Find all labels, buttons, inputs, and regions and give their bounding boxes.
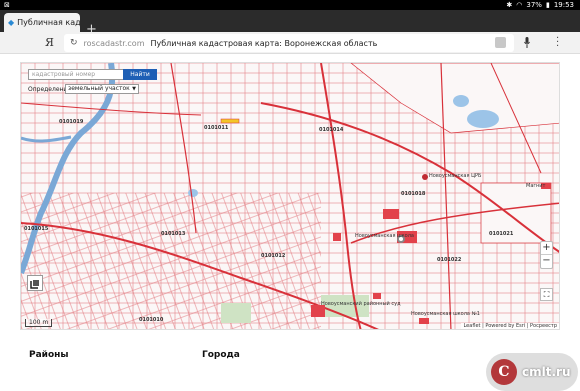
address-bar: Я ↻ roscadastr.com Публичная кадастровая… [0,32,580,54]
site-favicon-icon: ◆ [8,18,15,27]
layers-icon [30,280,39,289]
fullscreen-icon: ⛶ [543,290,550,299]
tab-title: Публичная кадаст [17,18,80,27]
quarter-label: 0101022 [437,257,462,263]
protect-icon[interactable] [495,37,506,48]
find-button[interactable]: Найти [123,69,157,80]
quarter-label: 0101018 [401,191,426,197]
clock: 19:53 [553,1,574,9]
fullscreen-button[interactable]: ⛶ [540,288,553,301]
quarter-label: 0101011 [204,125,229,131]
define-select-value: земельный участок [68,85,130,92]
bluetooth-icon: ✱ [506,1,513,9]
quarter-label: 0101015 [24,226,49,232]
battery-icon: ▮ [545,1,550,9]
map-scale: 100 m [25,319,53,327]
quarter-label: 0101014 [319,127,344,133]
tab-active[interactable]: ◆ Публичная кадаст ✕ [4,13,80,32]
poi-label[interactable]: Новоусманская ЦРБ [429,173,481,179]
districts-heading: Районы [29,350,69,360]
battery-percent: 37% [526,1,542,9]
url-domain: roscadastr.com [83,38,145,48]
quarter-label: 0101019 [59,119,84,125]
notification-icon: ⊠ [4,1,10,9]
watermark-logo: C cmlt.ru [486,353,578,391]
layers-button[interactable] [27,275,43,291]
poi-label[interactable]: Магнит [526,183,545,189]
chevron-down-icon: ▼ [132,86,136,92]
zoom-out-button[interactable]: − [541,255,552,268]
map-canvas[interactable] [21,63,560,330]
wifi-icon: ◠ [516,1,523,9]
url-field[interactable]: ↻ roscadastr.com Публичная кадастровая к… [64,34,514,52]
quarter-label: 0101012 [261,253,286,259]
poi-label[interactable]: Новоусманская школа [355,233,414,239]
cities-heading: Города [202,350,240,360]
page-content: 0101019 0101014 0101011 0101018 0101015 … [0,55,580,391]
url-page-title: Публичная кадастровая карта: Воронежская… [150,38,378,48]
status-bar: ⊠ ✱ ◠ 37% ▮ 19:53 [0,0,580,10]
quarter-label: 0101013 [161,231,186,237]
browser-logo[interactable]: Я [45,36,54,49]
reload-icon[interactable]: ↻ [70,38,78,48]
map-attribution[interactable]: Leaflet | Powered by Esri | Росреестр [461,323,559,329]
cadastral-map[interactable]: 0101019 0101014 0101011 0101018 0101015 … [20,62,560,330]
tab-bar: ◆ Публичная кадаст ✕ + [0,10,580,36]
zoom-control: + − [540,241,553,269]
watermark-text: cmlt.ru [522,365,571,379]
quarter-label: 0101021 [489,231,514,237]
poi-label[interactable]: Новоусманская школа №1 [411,311,480,317]
poi-label[interactable]: Новоусманский районный суд [321,301,401,307]
zoom-in-button[interactable]: + [541,242,552,255]
define-select[interactable]: земельный участок ▼ [65,84,139,94]
cadastral-number-input[interactable]: кадастровый номер [28,69,124,80]
menu-icon[interactable]: · · · [556,34,559,52]
microphone-icon[interactable] [524,37,530,48]
quarter-label: 0101010 [139,317,164,323]
